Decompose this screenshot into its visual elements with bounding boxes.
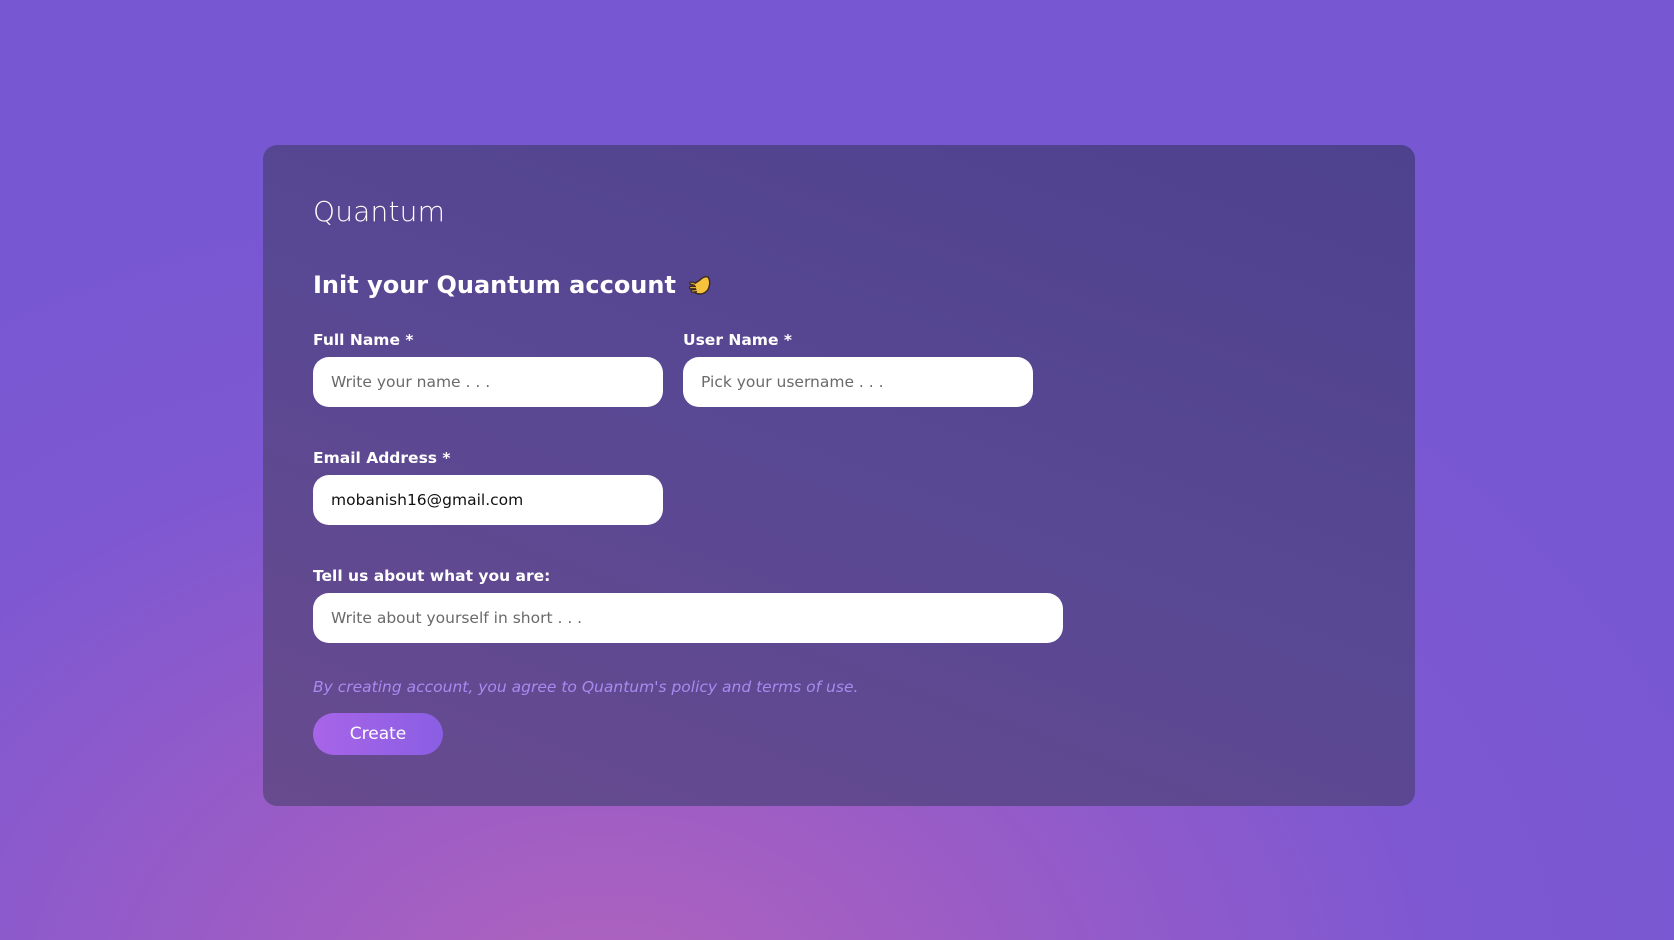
email-input[interactable]: [313, 475, 663, 525]
terms-notice: By creating account, you agree to Quantu…: [313, 678, 859, 696]
create-button[interactable]: Create: [313, 713, 443, 755]
page-heading-text: Init your Quantum account: [313, 271, 676, 299]
page-heading: Init your Quantum account: [313, 271, 714, 299]
full-name-input[interactable]: [313, 357, 663, 407]
hand-wave-icon: [686, 271, 714, 299]
about-label: Tell us about what you are:: [313, 567, 551, 585]
user-name-input[interactable]: [683, 357, 1033, 407]
user-name-label: User Name *: [683, 331, 792, 349]
full-name-label: Full Name *: [313, 331, 414, 349]
email-label: Email Address *: [313, 449, 451, 467]
brand-logo-text: Quantum: [313, 195, 446, 228]
signup-card: Quantum Init your Quantum account Full N…: [263, 145, 1415, 806]
about-input[interactable]: [313, 593, 1063, 643]
